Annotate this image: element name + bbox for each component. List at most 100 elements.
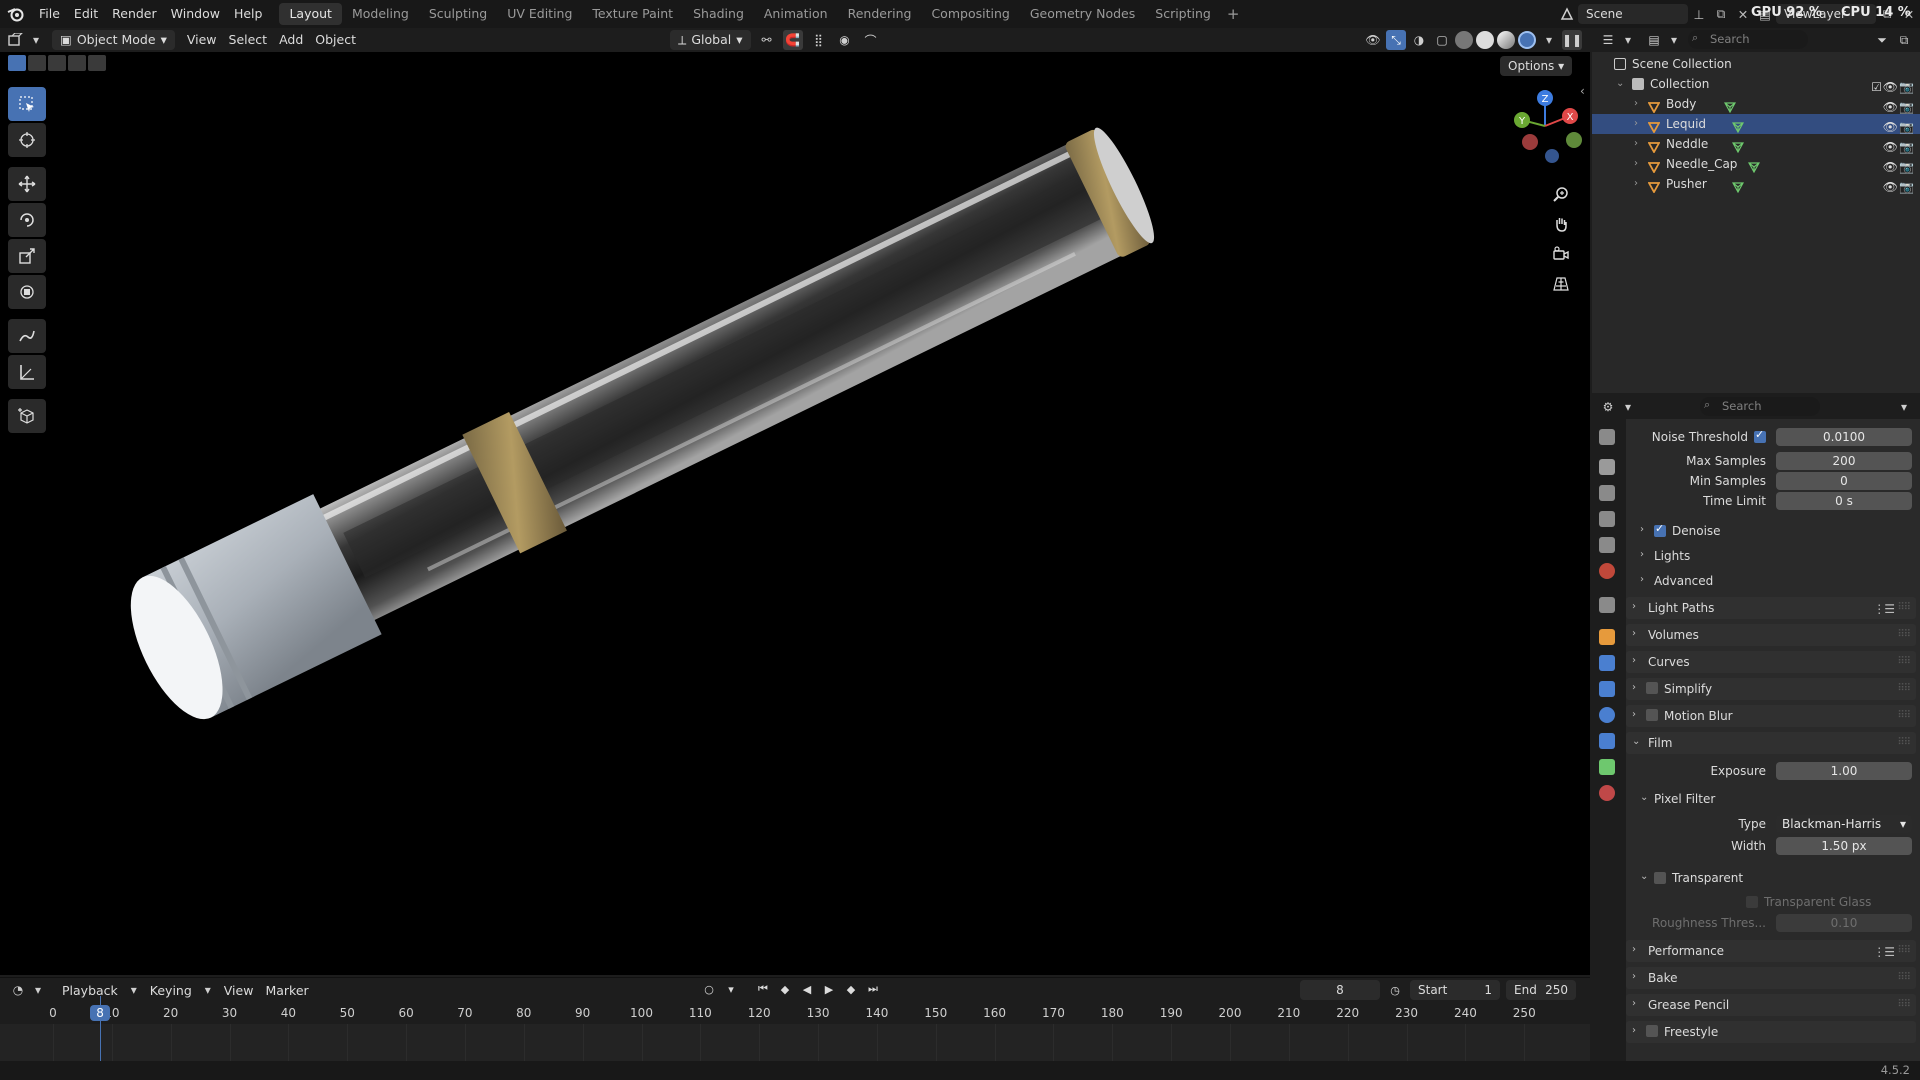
menu-file[interactable]: File bbox=[32, 0, 67, 28]
camera-icon[interactable]: 📷 bbox=[1899, 177, 1914, 197]
blender-logo-icon[interactable] bbox=[0, 0, 32, 28]
expand-arrow-icon[interactable]: › bbox=[1634, 134, 1638, 154]
presets-icon[interactable]: ⋮☰ bbox=[1873, 945, 1895, 959]
keyframe-track[interactable] bbox=[0, 1024, 1590, 1062]
add-cube-tool[interactable] bbox=[8, 399, 46, 433]
drag-handle-icon[interactable]: ⠿⠿ bbox=[1897, 945, 1911, 956]
material-tab-icon[interactable] bbox=[1599, 785, 1615, 801]
noise-threshold-checkbox[interactable] bbox=[1754, 428, 1766, 443]
max-samples-field[interactable]: 200 bbox=[1776, 452, 1912, 470]
camera-view-icon[interactable] bbox=[1548, 242, 1574, 266]
playhead-frame-badge[interactable]: 8 bbox=[90, 1005, 111, 1021]
time-limit-field[interactable]: 0 s bbox=[1776, 492, 1912, 510]
rotate-tool[interactable] bbox=[8, 203, 46, 237]
drag-handle-icon[interactable]: ⠿⠿ bbox=[1897, 972, 1911, 983]
transform-tool[interactable] bbox=[8, 275, 46, 309]
mesh-data-tab-icon[interactable] bbox=[1599, 759, 1615, 775]
cursor-tool[interactable] bbox=[8, 123, 46, 157]
drag-handle-icon[interactable]: ⠿⠿ bbox=[1897, 602, 1911, 613]
expand-arrow-icon[interactable]: › bbox=[1634, 154, 1638, 174]
menu-marker[interactable]: Marker bbox=[259, 983, 314, 998]
outliner-editor-icon[interactable]: ☰ bbox=[1598, 30, 1618, 50]
scene-icon[interactable] bbox=[1556, 4, 1578, 24]
roughness-threshold-field[interactable]: 0.10 bbox=[1776, 914, 1912, 932]
physics-tab-icon[interactable] bbox=[1599, 707, 1615, 723]
tab-sculpting[interactable]: Sculpting bbox=[419, 3, 497, 25]
performance-section[interactable]: › Performance ⋮☰ ⠿⠿ bbox=[1626, 940, 1916, 962]
transparent-subpanel[interactable]: ⌄ Transparent bbox=[1640, 868, 1900, 888]
menu-object[interactable]: Object bbox=[309, 30, 362, 50]
menu-window[interactable]: Window bbox=[164, 0, 227, 28]
prev-keyframe-icon[interactable]: ◆ bbox=[776, 980, 794, 998]
drag-handle-icon[interactable]: ⠿⠿ bbox=[1897, 629, 1911, 640]
tab-compositing[interactable]: Compositing bbox=[921, 3, 1019, 25]
chevron-down-icon[interactable]: ▾ bbox=[28, 980, 48, 1000]
editor-type-icon[interactable] bbox=[6, 30, 26, 50]
constraints-tab-icon[interactable] bbox=[1599, 733, 1615, 749]
expand-arrow-icon[interactable]: › bbox=[1634, 174, 1638, 194]
curves-section[interactable]: › Curves ⠿⠿ bbox=[1626, 651, 1916, 673]
select-new-icon[interactable] bbox=[8, 55, 26, 71]
modifier-tab-icon[interactable] bbox=[1599, 655, 1615, 671]
overlays-icon[interactable]: ◑ bbox=[1409, 30, 1429, 50]
jump-start-icon[interactable]: ⏮ bbox=[754, 980, 772, 998]
move-tool[interactable] bbox=[8, 167, 46, 201]
menu-render[interactable]: Render bbox=[105, 0, 164, 28]
options-dropdown[interactable]: Options ▾ bbox=[1500, 56, 1573, 76]
simplify-section[interactable]: › Simplify ⠿⠿ bbox=[1626, 678, 1916, 700]
denoise-subpanel[interactable]: › Denoise bbox=[1640, 521, 1900, 541]
denoise-checkbox[interactable] bbox=[1654, 522, 1666, 537]
material-preview-icon[interactable] bbox=[1497, 31, 1515, 49]
tab-shading[interactable]: Shading bbox=[683, 3, 754, 25]
select-subtract-icon[interactable] bbox=[48, 55, 66, 71]
snap-grid-icon[interactable]: ⣿ bbox=[809, 30, 829, 50]
collapse-sidebar-icon[interactable]: ‹ bbox=[1580, 84, 1585, 98]
chevron-down-icon[interactable]: ▾ bbox=[1539, 30, 1559, 50]
outliner-search-input[interactable]: Search bbox=[1688, 30, 1808, 49]
filter-type-dropdown[interactable]: Blackman-Harris ▾ bbox=[1776, 815, 1912, 833]
noise-threshold-field[interactable]: 0.0100 bbox=[1776, 428, 1912, 446]
outliner-object-row[interactable]: › Needle_Cap 👁 📷 bbox=[1592, 154, 1920, 174]
chevron-down-icon[interactable]: ▾ bbox=[1894, 397, 1914, 417]
tab-rendering[interactable]: Rendering bbox=[838, 3, 922, 25]
menu-view[interactable]: View bbox=[218, 983, 260, 998]
measure-tool[interactable] bbox=[8, 355, 46, 389]
render-tab-icon[interactable] bbox=[1599, 459, 1615, 475]
presets-icon[interactable]: ⋮☰ bbox=[1873, 602, 1895, 616]
new-collection-icon[interactable]: ⧉ bbox=[1894, 30, 1914, 50]
scene-tab-icon[interactable] bbox=[1599, 537, 1615, 553]
mesh-data-icon[interactable] bbox=[1731, 119, 1745, 134]
expand-arrow-icon[interactable]: › bbox=[1634, 94, 1638, 114]
display-mode-icon[interactable]: ▤ bbox=[1644, 30, 1664, 50]
tab-animation[interactable]: Animation bbox=[754, 3, 838, 25]
pixel-filter-subpanel[interactable]: ⌄ Pixel Filter bbox=[1640, 789, 1900, 809]
3d-viewport[interactable]: Options ▾ Z X Y ‹ bbox=[0, 52, 1590, 975]
gizmo-toggle-icon[interactable]: ⤡ bbox=[1386, 30, 1406, 50]
zoom-icon[interactable] bbox=[1548, 182, 1574, 206]
menu-select[interactable]: Select bbox=[223, 30, 274, 50]
drag-handle-icon[interactable]: ⠿⠿ bbox=[1897, 710, 1911, 721]
snap-icon[interactable]: 🧲 bbox=[782, 30, 803, 50]
play-icon[interactable]: ▶ bbox=[820, 980, 838, 998]
volumes-section[interactable]: › Volumes ⠿⠿ bbox=[1626, 624, 1916, 646]
freestyle-checkbox[interactable] bbox=[1646, 1025, 1658, 1037]
menu-view[interactable]: View bbox=[181, 30, 223, 50]
view-layer-tab-icon[interactable] bbox=[1599, 511, 1615, 527]
motion-blur-checkbox[interactable] bbox=[1646, 709, 1658, 721]
tab-layout[interactable]: Layout bbox=[279, 3, 342, 25]
scene-selector[interactable]: Scene bbox=[1578, 4, 1688, 24]
chevron-down-icon[interactable]: ▾ bbox=[722, 980, 740, 998]
add-workspace-icon[interactable]: + bbox=[1221, 5, 1246, 23]
tab-texture-paint[interactable]: Texture Paint bbox=[582, 3, 683, 25]
simplify-checkbox[interactable] bbox=[1646, 682, 1658, 694]
xray-icon[interactable]: ▢ bbox=[1432, 30, 1452, 50]
object-tab-icon[interactable] bbox=[1599, 629, 1615, 645]
grease-pencil-section[interactable]: › Grease Pencil ⠿⠿ bbox=[1626, 994, 1916, 1016]
end-frame-field[interactable]: End 250 bbox=[1506, 980, 1576, 1000]
collection-tab-icon[interactable] bbox=[1599, 597, 1615, 613]
new-scene-icon[interactable]: ⧉ bbox=[1710, 4, 1732, 24]
jump-end-icon[interactable]: ⏭ bbox=[864, 980, 882, 998]
wireframe-shading-icon[interactable] bbox=[1455, 31, 1473, 49]
outliner-object-row[interactable]: › Body 👁 📷 bbox=[1592, 94, 1920, 114]
menu-help[interactable]: Help bbox=[227, 0, 270, 28]
